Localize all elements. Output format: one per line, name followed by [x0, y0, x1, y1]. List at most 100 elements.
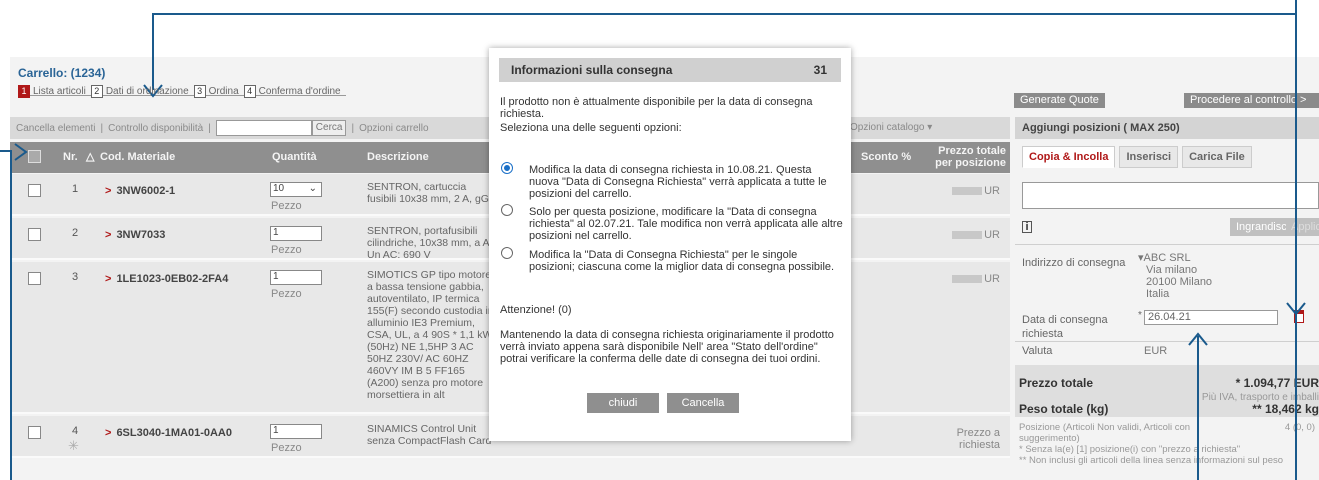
header-desc[interactable]: Descrizione: [367, 151, 429, 163]
material-code: 3NW7033: [116, 229, 166, 241]
search-input[interactable]: [215, 120, 312, 136]
chevron-right-icon: >: [105, 185, 112, 197]
row-nr: 4: [72, 425, 79, 437]
row-nr: 2: [72, 227, 79, 239]
header-nr[interactable]: Nr.: [63, 151, 78, 163]
header-qty[interactable]: Quantità: [272, 151, 317, 163]
price-suffix: UR: [984, 185, 1000, 197]
separator: |: [351, 122, 355, 134]
requested-date-label: Data di consegna richiesta: [1022, 314, 1108, 340]
tab-insert[interactable]: Inserisci: [1119, 146, 1179, 168]
price-suffix: UR: [984, 229, 1000, 241]
currency-label: Valuta: [1022, 345, 1053, 357]
unit-label: Pezzo: [271, 442, 302, 454]
total-price-label: Prezzo totale: [1019, 376, 1094, 390]
sort-icon[interactable]: △: [86, 150, 94, 163]
material-code: 6SL3040-1MA01-0AA0: [116, 427, 232, 439]
catalog-options-label: Opzioni catalogo: [850, 122, 925, 133]
apply-button[interactable]: Applica: [1286, 218, 1319, 236]
currency-value: EUR: [1144, 345, 1168, 357]
dialog-instruction: Seleziona una delle seguenti opzioni:: [500, 122, 682, 134]
info-icon[interactable]: i: [1022, 221, 1032, 233]
paste-textarea[interactable]: [1022, 182, 1319, 209]
generate-quote-button[interactable]: Generate Quote: [1014, 93, 1105, 108]
quantity-select[interactable]: 10 ⌄: [270, 182, 322, 197]
row-checkbox[interactable]: [28, 272, 41, 285]
separator: |: [100, 122, 104, 134]
add-positions-tabs: Copia & Incolla Inserisci Carica File: [1022, 146, 1256, 168]
select-all-checkbox[interactable]: [28, 150, 41, 163]
step-number: 1: [18, 84, 30, 98]
item-description: SENTRON, portafusibili cilindriche, 10x3…: [367, 225, 493, 261]
check-availability-link[interactable]: Controllo disponibilità: [108, 123, 203, 134]
option-radio-each[interactable]: [501, 247, 513, 259]
callout-line: [10, 150, 12, 480]
row-price: UR: [952, 185, 1000, 197]
step-item-list[interactable]: 1 Lista articoli: [18, 84, 89, 98]
delivery-info-dialog: Informazioni sulla consegna 31 Il prodot…: [489, 48, 851, 441]
header-code[interactable]: Cod. Materiale: [100, 151, 175, 163]
price-on-request: Prezzo a richiesta: [956, 427, 1000, 451]
warning-text: Attenzione! (0): [500, 304, 572, 316]
step-order[interactable]: 3 Ordina: [193, 84, 242, 98]
option-radio-all[interactable]: [501, 162, 513, 174]
divider: [1015, 244, 1319, 245]
proceed-checkout-button[interactable]: Procedere al controllo >: [1184, 93, 1319, 108]
requested-date-input[interactable]: 26.04.21: [1144, 310, 1278, 325]
delivery-address[interactable]: ▾ABC SRL Via milano 20100 Milano Italia: [1138, 252, 1212, 300]
step-confirmation[interactable]: 4 Conferma d'ordine: [243, 84, 344, 98]
material-code-link[interactable]: >3NW6002-1: [105, 185, 175, 197]
quantity-value: 1: [273, 227, 279, 238]
step-number: 2: [90, 84, 103, 98]
item-description: SENTRON, cartuccia fusibili 10x38 mm, 2 …: [367, 181, 492, 207]
header-discount[interactable]: Sconto %: [861, 151, 911, 163]
delivery-address-label: Indirizzo di consegna: [1022, 257, 1126, 269]
tab-upload-file[interactable]: Carica File: [1182, 146, 1252, 168]
tab-copy-paste[interactable]: Copia & Incolla: [1022, 146, 1116, 168]
row-nr: 1: [72, 183, 79, 195]
catalog-options-link[interactable]: Opzioni catalogo ▾: [850, 122, 932, 133]
cancel-button[interactable]: Cancella: [667, 393, 739, 413]
address-line: Via milano: [1146, 264, 1198, 276]
quantity-input[interactable]: 1: [270, 270, 322, 285]
note-line: ** Non inclusi gli articoli della linea …: [1019, 455, 1284, 466]
option-text: Solo per questa posizione, modificare la…: [529, 206, 843, 242]
note-line: * Senza la(e) [1] posizione(i) con "prez…: [1019, 444, 1241, 455]
chevron-down-icon: ⌄: [308, 183, 317, 194]
chevron-right-icon: >: [105, 229, 112, 241]
close-button[interactable]: chiudi: [587, 393, 659, 413]
quantity-input[interactable]: 1: [270, 424, 322, 439]
material-code-link[interactable]: >6SL3040-1MA01-0AA0: [105, 427, 232, 439]
material-code-link[interactable]: >3NW7033: [105, 229, 165, 241]
price-suffix: UR: [984, 273, 1000, 285]
search-button[interactable]: Cerca: [311, 120, 347, 136]
cart-title: Carrello: (1234): [18, 66, 106, 80]
row-price: UR: [952, 273, 1000, 285]
step-order-data[interactable]: 2 Dati di ordinazione: [90, 84, 192, 98]
delete-items-link[interactable]: Cancella elementi: [16, 123, 96, 134]
step-label: Dati di ordinazione: [105, 85, 189, 97]
quantity-input[interactable]: 1: [270, 226, 322, 241]
step-number: 3: [193, 84, 206, 98]
item-description: SINAMICS Control Unit senza CompactFlash…: [367, 423, 492, 447]
row-checkbox[interactable]: [28, 184, 41, 197]
required-marker: *: [1138, 310, 1142, 321]
cart-options-link[interactable]: Opzioni carrello: [359, 123, 428, 134]
callout-line: [152, 13, 1296, 15]
price-redacted: [952, 275, 983, 284]
callout-line: [1197, 336, 1199, 480]
option-text: Modifica la data di consegna richiesta i…: [529, 164, 827, 200]
row-checkbox[interactable]: [28, 228, 41, 241]
price-redacted: [952, 187, 983, 196]
row-checkbox[interactable]: [28, 426, 41, 439]
chevron-right-icon: >: [105, 427, 112, 439]
header-total-price[interactable]: Prezzo totale per posizione: [928, 145, 1006, 169]
address-line: ▾ABC SRL: [1138, 252, 1191, 264]
option-radio-single[interactable]: [501, 204, 513, 216]
separator: |: [208, 122, 211, 134]
item-description: SIMOTICS GP tipo motore a bassa tensione…: [367, 269, 494, 401]
total-price-value: * 1.094,77 EUR: [1235, 376, 1319, 390]
row-nr: 3: [72, 271, 79, 283]
material-code-link[interactable]: >1LE1023-0EB02-2FA4: [105, 273, 228, 285]
note-line: Posizione (Articoli Non validi, Articoli…: [1019, 422, 1191, 444]
